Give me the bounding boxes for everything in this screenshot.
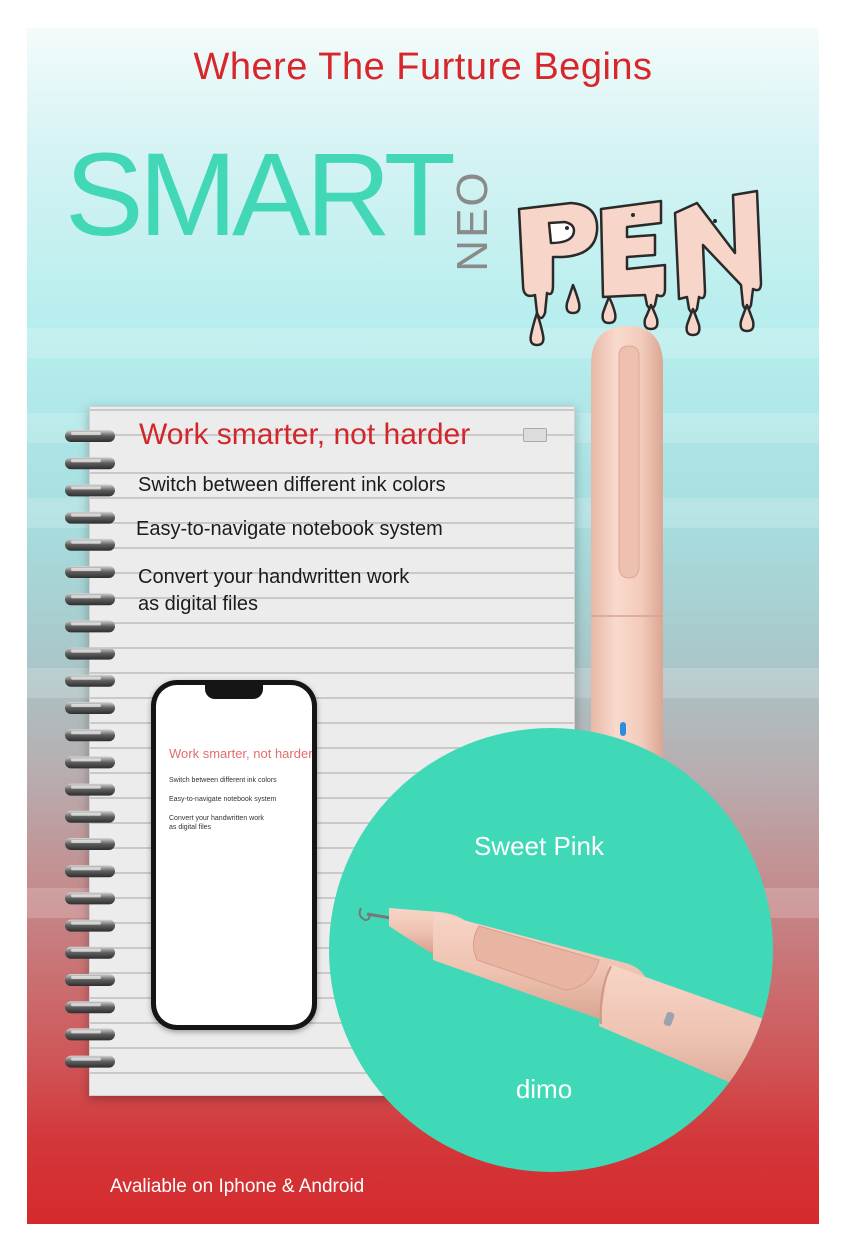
spiral-ring bbox=[65, 430, 115, 442]
product-circle: Sweet Pink dimo bbox=[329, 728, 773, 1172]
spiral-ring bbox=[65, 1028, 115, 1041]
smartphone: Work smarter, not harder Switch between … bbox=[151, 680, 317, 1030]
phone-feature: Easy-to-navigate notebook system bbox=[169, 796, 277, 803]
spiral-ring bbox=[65, 729, 115, 742]
brand-word-smart: SMART bbox=[65, 129, 456, 261]
tagline: Where The Furture Begins bbox=[193, 46, 653, 88]
spiral-ring bbox=[65, 484, 115, 497]
spiral-ring bbox=[65, 702, 115, 714]
spiral-ring bbox=[65, 538, 115, 551]
spiral-ring bbox=[65, 1001, 115, 1014]
spiral-ring bbox=[65, 457, 115, 470]
phone-screen: Work smarter, not harder Switch between … bbox=[156, 685, 312, 1025]
notebook-feature: as digital files bbox=[138, 593, 259, 615]
spiral-ring bbox=[65, 892, 115, 905]
brand-word-neo: NEO bbox=[448, 170, 497, 272]
notebook-title: Work smarter, not harder bbox=[139, 418, 471, 451]
notebook-feature: Easy-to-navigate notebook system bbox=[136, 518, 443, 540]
spiral-ring bbox=[65, 674, 115, 687]
notebook-feature: Switch between different ink colors bbox=[138, 474, 446, 496]
notebook-badge bbox=[523, 428, 547, 442]
notebook-feature: Convert your handwritten work bbox=[138, 566, 410, 588]
spiral-ring bbox=[65, 783, 115, 796]
phone-feature: as digital files bbox=[169, 824, 212, 831]
phone-feature: Convert your handwritten work bbox=[169, 815, 264, 822]
phone-notch bbox=[205, 685, 263, 699]
pen-icon bbox=[358, 907, 773, 1102]
spiral-ring bbox=[65, 974, 115, 986]
spiral-ring bbox=[65, 511, 115, 524]
phone-feature: Switch between different ink colors bbox=[169, 777, 277, 784]
spiral-ring bbox=[65, 919, 115, 932]
spiral-ring bbox=[65, 946, 115, 959]
poster: Where The Furture Begins SMART NEO Work … bbox=[27, 28, 819, 1224]
spiral-ring bbox=[65, 756, 115, 769]
spiral-ring bbox=[65, 647, 115, 660]
maker-name: dimo bbox=[515, 1074, 573, 1104]
spiral-ring bbox=[65, 620, 115, 633]
spiral-ring bbox=[65, 566, 115, 578]
spiral-ring bbox=[65, 838, 115, 850]
spiral-ring bbox=[65, 865, 115, 878]
spiral-ring bbox=[65, 810, 115, 823]
color-name: Sweet Pink bbox=[473, 831, 605, 861]
phone-title: Work smarter, not harder bbox=[169, 746, 312, 761]
spiral-binding-icon bbox=[65, 430, 115, 1068]
availability-text: Avaliable on Iphone & Android bbox=[110, 1176, 365, 1197]
spiral-ring bbox=[65, 593, 115, 606]
pen-icon bbox=[591, 326, 663, 786]
spiral-ring bbox=[65, 1055, 115, 1068]
